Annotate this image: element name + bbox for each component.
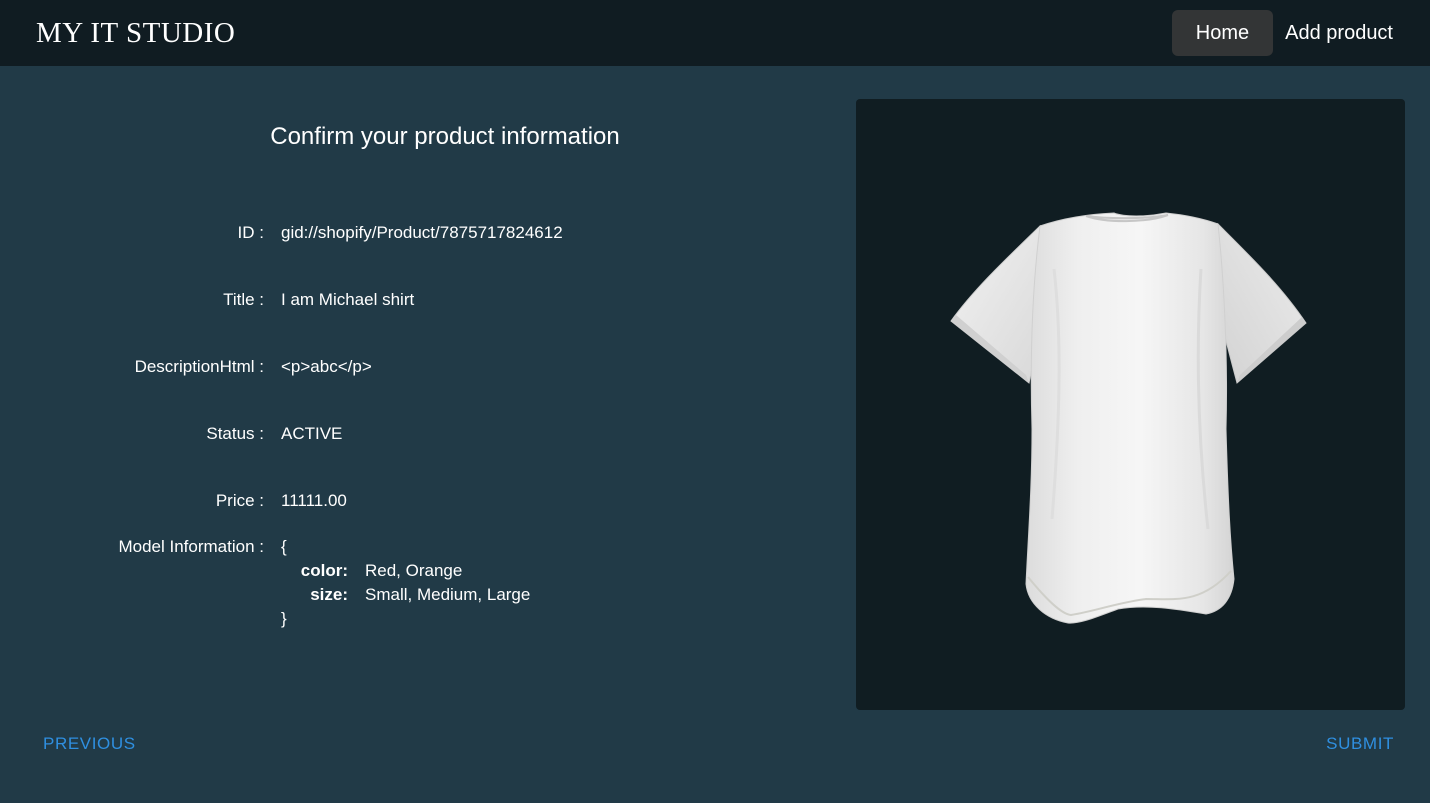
- field-title: Title : I am Michael shirt: [0, 288, 860, 312]
- field-id-label: ID :: [237, 223, 264, 242]
- field-status-label: Status :: [206, 424, 264, 443]
- submit-button[interactable]: SUBMIT: [1326, 731, 1394, 757]
- field-status: Status : ACTIVE: [0, 422, 860, 446]
- product-3d-preview[interactable]: [856, 99, 1405, 710]
- field-model-information-label: Model Information :: [118, 537, 264, 556]
- previous-button[interactable]: PREVIOUS: [43, 731, 136, 757]
- model-open-brace: {: [281, 537, 287, 556]
- tshirt-3d-model-icon: [950, 212, 1307, 624]
- model-size-key: size:: [310, 585, 348, 604]
- model-color-key: color:: [300, 561, 348, 580]
- nav-add-product-button[interactable]: Add product: [1285, 10, 1406, 56]
- field-description-label: DescriptionHtml :: [134, 357, 264, 376]
- field-price: Price : 11111.00: [0, 489, 860, 513]
- main-nav: Home Add product: [1171, 10, 1406, 56]
- field-id: ID : gid://shopify/Product/7875717824612: [0, 221, 860, 245]
- field-title-label: Title :: [223, 290, 264, 309]
- model-size-value: Small, Medium, Large: [365, 585, 531, 604]
- model-color-value: Red, Orange: [365, 561, 463, 580]
- model-close-brace: }: [281, 609, 287, 628]
- field-title-value: I am Michael shirt: [281, 290, 415, 309]
- page-title: Confirm your product information: [270, 123, 620, 150]
- field-price-value: 11111.00: [281, 491, 347, 510]
- field-description: DescriptionHtml : <p>abc</p>: [0, 355, 860, 379]
- field-id-value: gid://shopify/Product/7875717824612: [281, 223, 563, 242]
- field-status-value: ACTIVE: [281, 424, 343, 443]
- nav-home-button[interactable]: Home: [1171, 10, 1274, 56]
- field-price-label: Price :: [215, 491, 264, 510]
- field-description-value: <p>abc</p>: [281, 357, 372, 376]
- top-app-bar: MY IT STUDIO Home Add product: [0, 0, 1430, 66]
- brand-logo-text[interactable]: MY IT STUDIO: [36, 15, 235, 51]
